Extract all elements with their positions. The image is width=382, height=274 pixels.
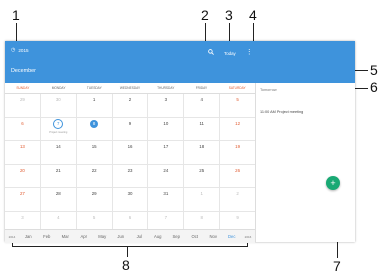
day-cell[interactable]: 2 — [113, 94, 149, 117]
day-cell-today[interactable]: 7 Project meeting — [41, 117, 77, 141]
year-selector[interactable]: ◷ 2015 — [11, 47, 29, 53]
month-jul[interactable]: Jul — [130, 234, 149, 239]
day-cell[interactable]: 10 — [148, 117, 185, 141]
day-cell[interactable]: 26 — [220, 165, 255, 188]
callout-3: 3 — [225, 7, 233, 23]
week-row: 13 14 15 16 17 18 19 — [5, 141, 255, 165]
today-marker: 7 — [53, 118, 64, 129]
month-jan[interactable]: Jan — [19, 234, 38, 239]
day-cell[interactable]: 15 — [77, 141, 113, 164]
week-row: 20 21 22 23 24 25 26 — [5, 164, 255, 189]
calendar-icon: ◷ — [11, 47, 16, 53]
day-cell[interactable]: 6 — [5, 117, 41, 141]
agenda-date-label: Tomorrow — [260, 88, 277, 92]
weekday-wednesday: WEDNESDAY — [119, 86, 141, 90]
weekday-saturday: SATURDAY — [228, 86, 246, 90]
day-cell-selected[interactable]: 8 — [77, 117, 113, 141]
add-event-button[interactable]: + — [326, 176, 340, 190]
year-label: 2015 — [18, 47, 29, 53]
month-sep[interactable]: Sep — [167, 234, 186, 239]
day-cell[interactable]: 20 — [5, 164, 41, 188]
day-cell[interactable]: 1 — [184, 188, 221, 211]
day-cell[interactable]: 22 — [77, 164, 113, 188]
day-cell[interactable]: 29 — [5, 94, 41, 117]
day-cell[interactable]: 9 — [113, 117, 149, 141]
day-cell[interactable]: 30 — [113, 188, 149, 211]
month-nov[interactable]: Nov — [204, 234, 223, 239]
day-cell[interactable]: 17 — [148, 141, 185, 164]
weekday-friday: FRIDAY — [195, 86, 208, 90]
day-cell[interactable]: 24 — [148, 164, 185, 188]
day-cell[interactable]: 19 — [220, 141, 255, 164]
callout-bracket-8 — [12, 246, 248, 247]
month-may[interactable]: May — [93, 234, 112, 239]
callout-4: 4 — [249, 7, 257, 23]
day-cell[interactable]: 16 — [113, 141, 149, 164]
day-cell[interactable]: 1 — [77, 94, 113, 117]
weekday-monday: MONDAY — [51, 86, 66, 90]
callout-6: 6 — [370, 79, 378, 95]
callout-2: 2 — [201, 7, 209, 23]
month-title: December — [11, 68, 36, 74]
day-cell[interactable]: 29 — [77, 188, 113, 211]
month-apr[interactable]: Apr — [75, 234, 94, 239]
callout-line-8 — [127, 246, 128, 257]
today-button[interactable]: Today — [224, 51, 236, 56]
day-cell[interactable]: 31 — [148, 188, 185, 211]
more-vert-icon[interactable]: ⋮ — [246, 49, 253, 56]
week-row: 6 7 Project meeting 8 9 10 11 12 — [5, 117, 255, 142]
day-cell[interactable]: 2 — [220, 188, 255, 211]
callout-5: 5 — [370, 62, 378, 78]
agenda-event[interactable]: 11:00 AM Project meeting — [260, 110, 303, 114]
day-cell[interactable]: 13 — [5, 141, 41, 164]
day-cell[interactable]: 11 — [184, 117, 221, 141]
next-year-label[interactable]: 2016 — [241, 235, 255, 239]
month-scroller[interactable]: 2014 Jan Feb Mar Apr May Jun Jul Aug Sep… — [5, 229, 255, 243]
callout-line-1 — [16, 23, 17, 43]
day-cell[interactable]: 14 — [41, 141, 77, 164]
day-cell[interactable]: 23 — [113, 164, 149, 188]
header-actions: Today ⋮ — [208, 49, 253, 57]
weekday-thursday: THURSDAY — [157, 86, 175, 90]
day-cell[interactable]: 18 — [184, 141, 221, 164]
app-header: ◷ 2015 December Today ⋮ — [5, 41, 355, 83]
day-cell[interactable]: 3 — [148, 94, 185, 117]
day-cell[interactable]: 21 — [41, 164, 77, 188]
callout-1: 1 — [12, 7, 20, 23]
month-grid: SUNDAY MONDAY TUESDAY WEDNESDAY THURSDAY… — [5, 83, 255, 235]
day-cell[interactable]: 5 — [220, 94, 255, 117]
weekday-tuesday: TUESDAY — [86, 86, 102, 90]
prev-year-label[interactable]: 2014 — [5, 235, 19, 239]
month-jun[interactable]: Jun — [112, 234, 131, 239]
month-oct[interactable]: Oct — [186, 234, 205, 239]
weekday-sunday: SUNDAY — [16, 86, 30, 90]
selected-marker: 8 — [90, 119, 99, 128]
week-row: 29 30 1 2 3 4 5 — [5, 94, 255, 118]
day-cell[interactable]: 25 — [184, 164, 221, 188]
month-aug[interactable]: Aug — [149, 234, 168, 239]
day-cell[interactable]: 28 — [41, 188, 77, 211]
agenda-pane: Tomorrow 11:00 AM Project meeting — [256, 83, 355, 242]
calendar-app: ◷ 2015 December Today ⋮ SUNDAY MONDAY TU… — [5, 41, 355, 243]
week-row: 27 28 29 30 31 1 2 — [5, 188, 255, 212]
callout-8: 8 — [122, 257, 130, 273]
month-mar[interactable]: Mar — [56, 234, 75, 239]
event-preview: Project meeting — [49, 130, 68, 134]
day-cell[interactable]: 27 — [5, 188, 41, 211]
day-cell[interactable]: 4 — [184, 94, 221, 117]
callout-7: 7 — [333, 258, 341, 274]
day-cell[interactable]: 30 — [41, 94, 77, 117]
month-feb[interactable]: Feb — [38, 234, 57, 239]
day-cell[interactable]: 12 — [220, 118, 255, 141]
month-dec[interactable]: Dec — [223, 234, 242, 239]
weekday-header-row: SUNDAY MONDAY TUESDAY WEDNESDAY THURSDAY… — [5, 83, 255, 94]
search-icon[interactable] — [208, 49, 214, 57]
